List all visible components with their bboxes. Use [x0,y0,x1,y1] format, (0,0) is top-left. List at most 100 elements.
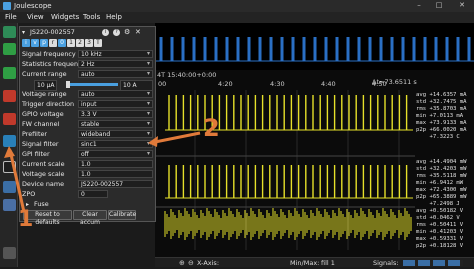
plot-footer: ⊕ ⊖ X-Axis: Min/Max: fill 1 Signals: [155,257,474,267]
row-device-name: Device name JS220-002557 [22,180,153,189]
settings-icon[interactable] [3,161,16,173]
signal-chips[interactable] [403,260,463,266]
current-range-slider[interactable] [66,83,118,86]
stat-max: +0.59331 V [429,236,464,242]
stat-charge: +7.3223 C [429,134,460,140]
zoom-in-icon[interactable]: ⊕ [179,259,185,267]
menu-tools[interactable]: Tools [83,13,100,21]
device-settings-panel: ▾ JS220-002557 i ? ⚙ ✕ i v p r 0 1 2 3 T… [19,26,156,226]
row-gpio-voltage: GPIO voltage 3.3 V [22,110,153,119]
play-icon[interactable] [3,67,16,79]
x-tick-3: 4:40 [321,80,336,88]
menu-view[interactable]: View [27,13,44,21]
stats-voltage: avg +0.50182 V std +0.0462 V rms +0.5041… [416,208,464,249]
stat-std: +32.7475 mA [429,99,467,105]
signals-label: Signals: [373,259,399,267]
setting-label: Voltage range [22,90,67,98]
chevron-down-icon[interactable]: ▾ [22,28,25,37]
stat-std: +0.0462 V [429,215,460,221]
trigger-direction-select[interactable]: input [78,100,153,108]
stat-avg: +0.50182 V [429,208,464,214]
stat-min: +7.0113 mA [429,113,464,119]
view-icon[interactable] [3,43,16,55]
row-zpo: ZPO 0 [22,190,153,199]
statistics-frequency-select[interactable]: 2 Hz [78,60,153,68]
slider-handle[interactable] [66,81,70,88]
row-voltage-scale: Voltage scale 1.0 [22,170,153,179]
current-range-select[interactable]: auto [78,70,153,78]
stat-rms: +35.5118 mW [429,173,467,179]
row-voltage-range: Voltage range auto [22,90,153,99]
setting-label: Statistics frequency [22,60,86,68]
minmax-select[interactable]: fill 1 [321,259,335,267]
toggle-2[interactable]: 2 [76,39,84,47]
close-icon[interactable]: ✕ [452,0,472,12]
panel-close-icon[interactable]: ✕ [135,28,141,37]
chat-icon[interactable] [3,247,16,259]
stat-energy: +7.2498 J [429,201,460,207]
maximize-icon[interactable]: □ [430,0,448,12]
minimize-icon[interactable]: – [410,0,428,12]
signal-frequency-select[interactable]: 10 kHz [78,50,153,58]
voltage-range-select[interactable]: auto [78,90,153,98]
memory-icon[interactable] [3,181,16,193]
device-name-input[interactable]: JS220-002557 [78,180,153,188]
menu-widgets[interactable]: Widgets [51,13,79,21]
toggle-v[interactable]: v [31,39,39,47]
overview-waveform[interactable] [155,23,474,70]
current-scale-input[interactable]: 1.0 [78,160,153,168]
time-header: 4T 15:40:00+0:00 [157,71,217,79]
signal-toggle-row: i v p r 0 1 2 3 T [22,39,153,48]
row-current-slider: 10 µA 10 A [22,80,153,91]
setting-label: Trigger direction [22,100,75,108]
menu-help[interactable]: Help [106,13,122,21]
device-icon[interactable] [3,26,16,38]
toggle-p[interactable]: p [40,39,48,47]
toggle-i[interactable]: i [22,39,30,47]
minmax-label: Min/Max: [290,259,320,267]
stat-p2p: +66.0020 mA [429,127,467,133]
zoom-out-icon[interactable]: ⊖ [188,259,194,267]
toggle-3[interactable]: 3 [85,39,93,47]
menu-file[interactable]: File [5,13,17,21]
x-tick-2: 4:30 [270,80,285,88]
annotation-label-1: 1 [18,207,34,232]
toggle-1[interactable]: 1 [67,39,75,47]
prefilter-select[interactable]: wideband [78,130,153,138]
x-tick-left: 00 [158,80,167,88]
stat-min: +6.9412 mW [429,180,464,186]
overview-chart [155,37,474,62]
widgets-icon[interactable] [3,199,16,211]
zpo-input[interactable]: 0 [78,190,108,198]
row-current-scale: Current scale 1.0 [22,160,153,169]
settings-gear-icon[interactable]: ⚙ [124,28,130,37]
record-icon[interactable] [3,90,16,102]
stop-icon[interactable] [3,113,16,125]
calibrate-button[interactable]: Calibrate [108,210,136,220]
setting-label: Voltage scale [22,170,65,178]
stat-rms: +35.8703 mA [429,106,467,112]
setting-label: ZPO [22,190,36,198]
toggle-t[interactable]: T [94,39,102,47]
info-icon[interactable]: i [102,29,109,36]
voltage-scale-input[interactable]: 1.0 [78,170,153,178]
setting-label: Signal frequency [22,50,76,58]
toggle-r[interactable]: r [49,39,57,47]
stat-max: +73.9133 mA [429,120,467,126]
fw-channel-select[interactable]: stable [78,120,153,128]
title-bar: Joulescope – □ ✕ [0,0,474,12]
row-fuse: ▸ Fuse [22,200,153,209]
device-header: ▾ JS220-002557 i ? ⚙ ✕ [22,28,153,37]
signal-filter-select[interactable]: sinc1 [78,140,153,148]
gpio-voltage-select[interactable]: 3.3 V [78,110,153,118]
window-title: Joulescope [14,2,52,10]
help-icon[interactable]: ? [113,29,120,36]
stat-rms: +0.50411 V [429,222,464,228]
toggle-0[interactable]: 0 [58,39,66,47]
fuse-label: Fuse [34,200,49,208]
clear-accum-button[interactable]: Clear accum [73,210,107,226]
statistics-icon[interactable] [3,135,16,147]
gpi-filter-select[interactable]: off [78,150,153,158]
x-axis-label[interactable]: X-Axis: [197,259,219,267]
row-fw-channel: FW channel stable [22,120,153,129]
